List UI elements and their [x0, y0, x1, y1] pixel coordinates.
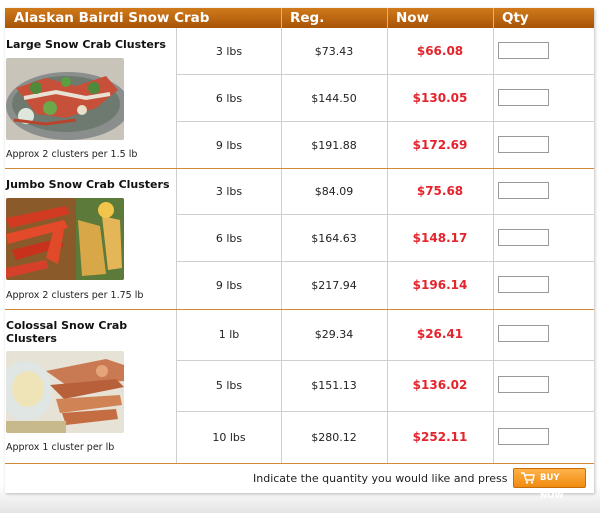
header-reg: Reg.	[290, 10, 325, 26]
qty-input[interactable]	[498, 325, 549, 342]
qty-input[interactable]	[498, 376, 549, 393]
cart-icon	[521, 472, 535, 491]
qty-input[interactable]	[498, 42, 549, 59]
reg-price-cell: $84.09	[314, 185, 354, 198]
product-note: Approx 2 clusters per 1.75 lb	[6, 290, 144, 301]
grid-line	[493, 28, 494, 463]
reg-price-cell: $217.94	[311, 279, 357, 292]
grid-line	[176, 74, 594, 75]
reg-price-cell: $151.13	[311, 379, 357, 392]
product-image-jumbo	[6, 198, 124, 280]
qty-input[interactable]	[498, 276, 549, 293]
sale-price-cell: $196.14	[412, 278, 468, 292]
sale-price-cell: $130.05	[412, 91, 468, 105]
sale-price-cell: $148.17	[412, 231, 468, 245]
header-now: Now	[396, 10, 430, 26]
grid-line	[176, 360, 594, 361]
weight-cell: 9 lbs	[215, 139, 243, 152]
weight-cell: 3 lbs	[215, 185, 243, 198]
section-divider	[5, 168, 594, 169]
buy-now-label: BUY NOW	[540, 473, 564, 501]
weight-cell: 10 lbs	[212, 431, 246, 444]
qty-input[interactable]	[498, 229, 549, 246]
reg-price-cell: $73.43	[314, 45, 354, 58]
product-name: Jumbo Snow Crab Clusters	[6, 178, 170, 191]
weight-cell: 6 lbs	[215, 232, 243, 245]
sale-price-cell: $75.68	[416, 184, 464, 198]
product-note: Approx 1 cluster per lb	[6, 442, 115, 453]
product-image-large	[6, 58, 124, 140]
page-background: Alaskan Bairdi Snow Crab Reg. Now Qty La…	[0, 0, 600, 513]
product-table: Alaskan Bairdi Snow Crab Reg. Now Qty La…	[5, 8, 594, 501]
qty-input[interactable]	[498, 428, 549, 445]
header-title: Alaskan Bairdi Snow Crab	[14, 10, 210, 26]
reg-price-cell: $29.34	[314, 328, 354, 341]
header-divider	[387, 8, 388, 28]
grid-line	[176, 214, 594, 215]
weight-cell: 1 lb	[218, 328, 240, 341]
reg-price-cell: $191.88	[311, 139, 357, 152]
weight-cell: 9 lbs	[215, 279, 243, 292]
reg-price-cell: $164.63	[311, 232, 357, 245]
product-name: Colossal Snow Crab Clusters	[6, 319, 128, 345]
weight-cell: 5 lbs	[215, 379, 243, 392]
weight-cell: 3 lbs	[215, 45, 243, 58]
header-qty: Qty	[502, 10, 529, 26]
buy-now-button[interactable]: BUY NOW	[513, 468, 586, 501]
footer-instruction: Indicate the quantity you would like and…	[253, 472, 508, 485]
sale-price-cell: $136.02	[412, 378, 468, 392]
sale-price-cell: $26.41	[416, 327, 464, 341]
sale-price-cell: $252.11	[412, 430, 468, 444]
reg-price-cell: $144.50	[311, 92, 357, 105]
header-divider	[281, 8, 282, 28]
qty-input[interactable]	[498, 89, 549, 106]
section-divider	[5, 309, 594, 310]
header-divider	[493, 8, 494, 28]
weight-cell: 6 lbs	[215, 92, 243, 105]
qty-input[interactable]	[498, 136, 549, 153]
grid-line	[176, 121, 594, 122]
qty-input[interactable]	[498, 182, 549, 199]
section-divider	[5, 463, 594, 464]
grid-line	[176, 411, 594, 412]
sale-price-cell: $66.08	[416, 44, 464, 58]
reg-price-cell: $280.12	[311, 431, 357, 444]
sale-price-cell: $172.69	[412, 138, 468, 152]
product-image-colossal	[6, 351, 124, 433]
product-name: Large Snow Crab Clusters	[6, 38, 166, 51]
table-header: Alaskan Bairdi Snow Crab Reg. Now Qty	[5, 8, 594, 28]
product-note: Approx 2 clusters per 1.5 lb	[6, 149, 138, 160]
grid-line	[176, 261, 594, 262]
